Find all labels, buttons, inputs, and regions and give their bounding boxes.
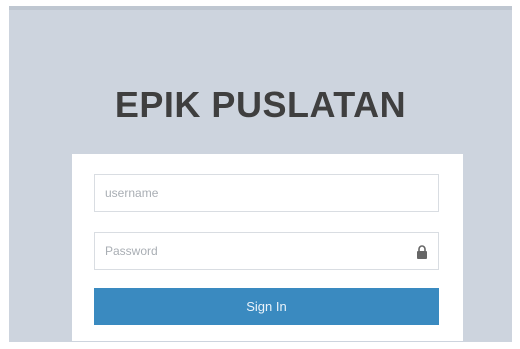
top-strip [9,6,512,10]
password-input[interactable] [95,233,438,269]
username-input[interactable] [95,175,438,211]
lock-icon [416,245,428,259]
login-page: EPIK PUSLATAN Sign In [9,6,512,342]
password-field-wrapper [94,232,439,270]
sign-in-button[interactable]: Sign In [94,288,439,325]
username-field-wrapper [94,174,439,212]
page-title: EPIK PUSLATAN [114,84,407,125]
login-card: Sign In [72,154,463,341]
